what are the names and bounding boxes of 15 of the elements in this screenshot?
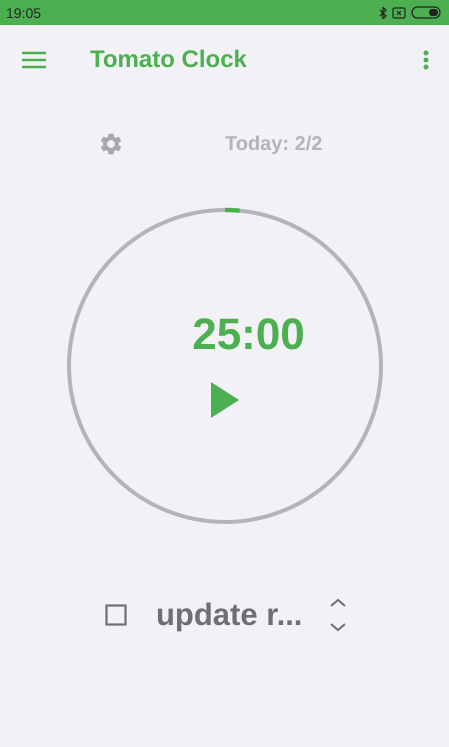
- more-options-button[interactable]: [423, 50, 429, 70]
- menu-button[interactable]: [22, 51, 46, 69]
- timer-display: 25:00: [192, 310, 305, 360]
- settings-button[interactable]: [98, 131, 124, 157]
- status-time: 19:05: [6, 4, 42, 20]
- task-checkbox[interactable]: [105, 604, 127, 626]
- play-button[interactable]: [210, 382, 238, 418]
- task-name: update r...: [156, 597, 302, 633]
- app-title: Tomato Clock: [90, 46, 248, 74]
- battery-icon: [411, 6, 441, 19]
- today-count: Today: 2/2: [225, 132, 322, 156]
- move-up-button[interactable]: [330, 598, 346, 608]
- bluetooth-icon: [379, 6, 387, 18]
- move-down-button[interactable]: [330, 622, 346, 632]
- sim-icon: [392, 6, 406, 18]
